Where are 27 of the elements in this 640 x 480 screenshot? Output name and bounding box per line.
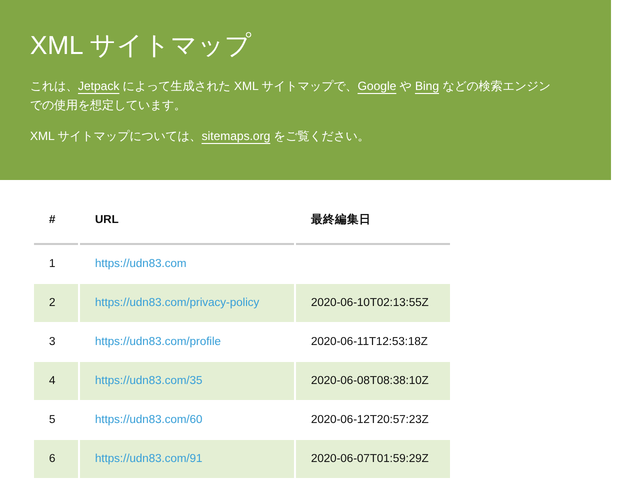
url-link[interactable]: https://udn83.com/91 <box>95 452 202 465</box>
column-header: 最終編集日 <box>296 198 450 246</box>
intro-text: をご覧ください。 <box>272 129 370 144</box>
text-link[interactable]: Jetpack <box>78 79 120 94</box>
url-link[interactable]: https://udn83.com <box>95 258 186 270</box>
intro-text: XML サイトマップについては、 <box>30 129 202 144</box>
table-cell: 2020-06-08T08:38:10Z <box>296 362 450 402</box>
url-link[interactable]: https://udn83.com/60 <box>95 414 202 426</box>
url-link[interactable]: https://udn83.com/privacy-policy <box>95 296 260 309</box>
table-cell: 2020-06-07T01:59:29Z <box>296 440 450 480</box>
column-header: # <box>34 198 78 246</box>
text-link[interactable]: Bing <box>414 79 439 94</box>
text-link[interactable]: Google <box>358 79 396 94</box>
table-cell: 2 <box>34 284 78 324</box>
intro-text: や <box>398 79 413 94</box>
text-link[interactable]: sitemaps.org <box>202 129 270 144</box>
intro-text: での使用を想定しています。 <box>30 98 186 112</box>
column-header: URL <box>80 198 294 246</box>
table-cell: 2020-06-10T02:13:55Z <box>296 284 450 324</box>
table-cell: 6 <box>34 440 78 480</box>
intro-text: によって生成された XML サイトマップで、 <box>122 79 358 94</box>
intro-text: などの検索エンジン <box>441 79 550 94</box>
intro-text: これは、 <box>30 79 78 94</box>
url-link[interactable]: https://udn83.com/profile <box>95 336 221 348</box>
page-title: XML サイトマップ <box>30 30 253 62</box>
url-link[interactable]: https://udn83.com/35 <box>95 374 202 387</box>
table-cell: 4 <box>34 362 78 402</box>
